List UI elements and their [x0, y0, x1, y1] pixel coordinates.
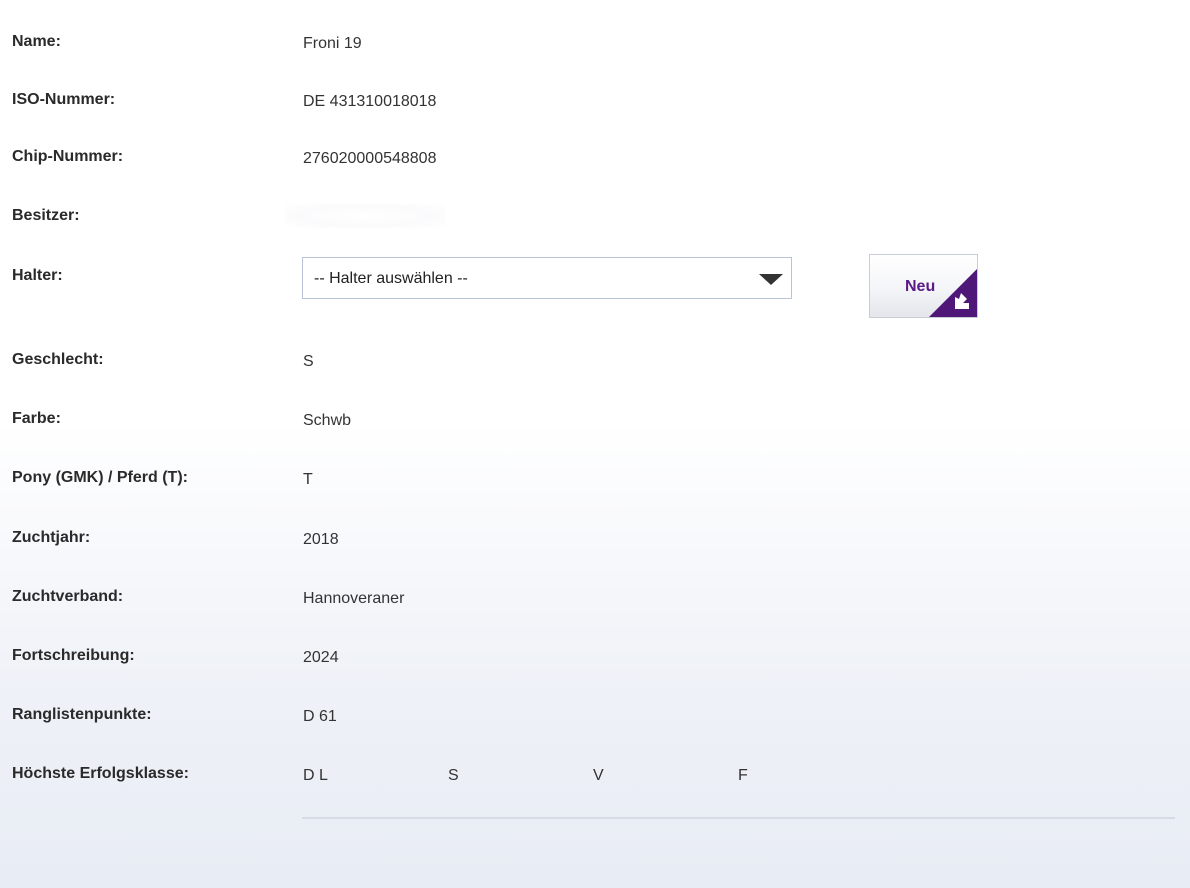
highest-class-label: Höchste Erfolgsklasse:	[12, 765, 189, 782]
sex-value: S	[303, 353, 314, 370]
caret-down-icon	[759, 274, 783, 285]
keeper-select-value: -- Halter auswählen --	[314, 270, 468, 287]
owner-value-redacted	[285, 204, 445, 228]
ranking-points-label: Ranglistenpunkte:	[12, 706, 152, 723]
field-row-ranglistenpunkte: Ranglistenpunkte: D 61	[0, 705, 1190, 735]
highest-class-driving: F	[738, 767, 748, 784]
breeding-year-label: Zuchtjahr:	[12, 529, 91, 546]
sex-label: Geschlecht:	[12, 351, 104, 368]
ranking-points-value: D 61	[303, 708, 337, 725]
field-row-farbe: Farbe: Schwb	[0, 409, 1190, 439]
chip-number-label: Chip-Nummer:	[12, 148, 124, 165]
field-row-name: Name: Froni 19	[0, 32, 1190, 62]
pony-horse-value: T	[303, 471, 313, 488]
keeper-select[interactable]: -- Halter auswählen --	[302, 257, 792, 299]
iso-number-label: ISO-Nummer:	[12, 91, 116, 108]
divider	[302, 817, 1175, 819]
iso-number-value: DE 431310018018	[303, 93, 437, 110]
arrow-down-left-icon	[929, 269, 977, 317]
chip-number-value: 276020000548808	[303, 150, 437, 167]
field-row-geschlecht: Geschlecht: S	[0, 350, 1190, 380]
field-row-pony: Pony (GMK) / Pferd (T): T	[0, 468, 1190, 498]
field-row-zuchtjahr: Zuchtjahr: 2018	[0, 528, 1190, 558]
highest-class-dressage: D L	[303, 767, 328, 784]
name-label: Name:	[12, 33, 61, 50]
field-row-erfolgsklasse: Höchste Erfolgsklasse: D L S V F	[0, 764, 1190, 794]
owner-label: Besitzer:	[12, 207, 80, 224]
highest-class-vaulting: V	[593, 767, 604, 784]
field-row-chip: Chip-Nummer: 276020000548808	[0, 147, 1190, 177]
breeding-year-value: 2018	[303, 531, 339, 548]
keeper-label: Halter:	[12, 267, 63, 284]
update-year-value: 2024	[303, 649, 339, 666]
name-value: Froni 19	[303, 35, 362, 52]
color-value: Schwb	[303, 412, 352, 429]
breeding-association-label: Zuchtverband:	[12, 588, 124, 605]
highest-class-jumping: S	[448, 767, 459, 784]
field-row-fortschreibung: Fortschreibung: 2024	[0, 646, 1190, 676]
field-row-zuchtverband: Zuchtverband: Hannoveraner	[0, 587, 1190, 617]
pony-horse-label: Pony (GMK) / Pferd (T):	[12, 469, 188, 486]
field-row-iso: ISO-Nummer: DE 431310018018	[0, 90, 1190, 120]
new-keeper-button[interactable]: Neu	[869, 254, 978, 318]
breeding-association-value: Hannoveraner	[303, 590, 405, 607]
field-row-besitzer: Besitzer:	[0, 204, 1190, 236]
update-year-label: Fortschreibung:	[12, 647, 135, 664]
color-label: Farbe:	[12, 410, 61, 427]
